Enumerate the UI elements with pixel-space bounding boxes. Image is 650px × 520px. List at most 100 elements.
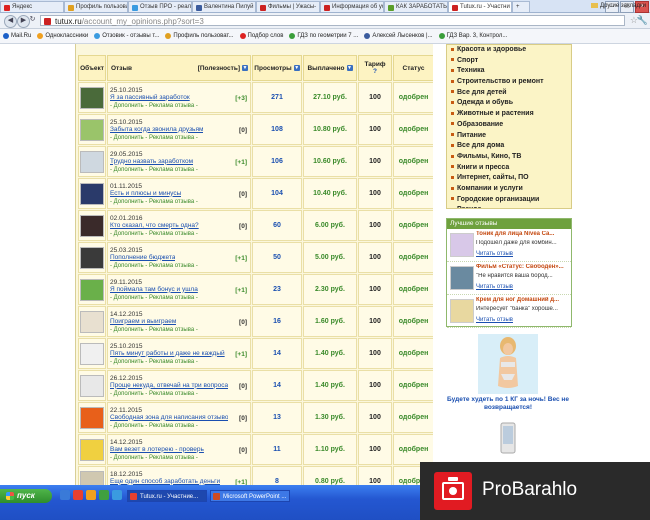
object-thumbnail[interactable] [80,342,104,365]
category-item[interactable]: Техника [451,66,571,77]
review-title-link[interactable]: Еще один способ заработать деньги [110,478,220,485]
browser-tab[interactable]: Tutux.ru - Участни [448,1,512,12]
review-title-link[interactable]: Я за пассивный заработок [110,94,190,101]
review-title-link[interactable]: Поиграем и выиграем [110,318,176,325]
bookmark-item[interactable]: ГДЗ Вар. 3, Контрол... [436,33,511,39]
best-review-title[interactable]: Тоник для лица Nivea Ca... [476,231,569,237]
sort-arrow-icon[interactable]: ▼ [242,64,248,71]
browser-tab[interactable]: Валентина Пилуй [192,1,256,12]
review-actions-links[interactable]: - Дополнить - Реклама отзыва - [110,327,250,333]
category-item[interactable]: Городские организации [451,195,571,206]
review-actions-links[interactable]: - Дополнить - Реклама отзыва - [110,359,250,365]
category-item[interactable]: Образование [451,120,571,131]
best-review-title[interactable]: Крем для ног Домашний д... [476,297,569,303]
object-thumbnail[interactable] [80,246,104,269]
review-title-link[interactable]: Я поймала там бонус и ушла [110,286,198,293]
bookmark-item[interactable]: Mail.Ru [0,33,34,39]
review-title-link[interactable]: Пять минут работы и даже не каждый [110,350,225,357]
other-bookmarks[interactable]: Другие закладки [591,3,646,9]
object-thumbnail[interactable] [80,406,104,429]
object-thumbnail[interactable] [80,374,104,397]
wrench-menu-icon[interactable]: 🔧 [637,15,648,26]
header-review[interactable]: Отзыв [Полезность] ▼ [107,55,251,81]
start-button[interactable]: пуск [0,489,52,503]
url-input[interactable]: tutux.ru/account_my_opinions.php?sort=3 [40,15,625,26]
category-item[interactable]: Животные и растения [451,109,571,120]
taskbar-item-powerpoint[interactable]: Microsoft PowerPoint ... [210,490,290,502]
category-item[interactable]: Разное [451,205,571,208]
review-actions-links[interactable]: - Дополнить - Реклама отзыва - [110,391,250,397]
bookmark-item[interactable]: Алексей Лысенков |... [361,33,435,39]
ad-woman-image[interactable] [478,334,538,394]
category-item[interactable]: Одежда и обувь [451,98,571,109]
review-title-link[interactable]: Забыта когда звонила друзьям [110,126,203,133]
sort-arrow-icon[interactable]: ▼ [293,64,300,71]
bookmark-item[interactable]: Подбор слов [237,33,287,39]
bookmark-item[interactable]: Профиль пользоват... [162,33,236,39]
quicklaunch-icon[interactable] [86,490,96,500]
browser-tab[interactable]: Профиль пользоват [64,1,128,12]
new-tab-button[interactable]: + [512,1,530,12]
browser-tab[interactable]: Отзыв ПРО - реал [128,1,192,12]
category-item[interactable]: Красота и здоровье [451,45,571,56]
ad-product-image[interactable] [488,417,528,457]
review-title-link[interactable]: Свободная зона для написания отзывов [110,414,228,421]
tariff-help-link[interactable]: ? [373,68,377,75]
back-arrow-icon[interactable]: ◀ [4,15,17,28]
read-review-link[interactable]: Читать отзыв [450,251,513,257]
category-item[interactable]: Интернет, сайты, ПО [451,173,571,184]
review-title-link[interactable]: Проще некуда, отвечай на три вопроса [110,382,228,389]
quicklaunch-icon[interactable] [112,490,122,500]
chrome-quicklaunch-icon[interactable] [73,490,83,500]
header-views[interactable]: Просмотры ▼ [252,55,302,81]
browser-tab[interactable]: Яндекс [0,1,64,12]
category-item[interactable]: Фильмы, Кино, ТВ [451,152,571,163]
object-thumbnail[interactable] [80,310,104,333]
review-title-link[interactable]: Есть и плюсы и минусы [110,190,181,197]
category-item[interactable]: Все для детей [451,88,571,99]
category-item[interactable]: Книги и пресса [451,163,571,174]
bookmark-item[interactable]: Отзовик - отзывы т... [91,33,162,39]
object-thumbnail[interactable] [80,438,104,461]
object-thumbnail[interactable] [80,150,104,173]
best-review-title[interactable]: Фильм «Статус: Свободен»... [476,264,569,270]
object-thumbnail[interactable] [80,278,104,301]
bookmark-item[interactable]: ГДЗ по геометрии 7 ... [286,33,361,39]
browser-tab[interactable]: КАК ЗАРАБОТАТЬ [384,1,448,12]
review-actions-links[interactable]: - Дополнить - Реклама отзыва - [110,167,250,173]
object-thumbnail[interactable] [80,214,104,237]
header-paid[interactable]: Выплачено ▼ [303,55,357,81]
browser-tab[interactable]: Информация об ус [320,1,384,12]
category-item[interactable]: Питание [451,131,571,142]
review-title-link[interactable]: Пополнение бюджета [110,254,175,261]
reload-icon[interactable]: ↻ [28,15,37,26]
category-item[interactable]: Спорт [451,56,571,67]
review-title-link[interactable]: Кто сказал, что смерть одна? [110,222,199,229]
show-desktop-icon[interactable] [60,490,70,500]
read-review-link[interactable]: Читать отзыв [450,284,513,290]
review-title-link[interactable]: Вам везет в лотерею - проверь [110,446,204,453]
category-item[interactable]: Компании и услуги [451,184,571,195]
review-actions-links[interactable]: - Дополнить - Реклама отзыва - [110,455,250,461]
review-title-link[interactable]: Трудно назвать заработком [110,158,193,165]
review-actions-links[interactable]: - Дополнить - Реклама отзыва - [110,423,250,429]
review-actions-links[interactable]: - Дополнить - Реклама отзыва - [110,135,250,141]
quicklaunch-icon[interactable] [99,490,109,500]
category-item[interactable]: Строительство и ремонт [451,77,571,88]
review-actions-links[interactable]: - Дополнить - Реклама отзыва - [110,263,250,269]
object-thumbnail[interactable] [80,118,104,141]
browser-tab[interactable]: Фильмы | Ужасы- [256,1,320,12]
header-usefulness-label[interactable]: [Полезность] [198,65,240,72]
review-actions-links[interactable]: - Дополнить - Реклама отзыва - [110,199,250,205]
category-item[interactable]: Все для дома [451,141,571,152]
review-actions-links[interactable]: - Дополнить - Реклама отзыва - [110,103,250,109]
object-thumbnail[interactable] [80,470,104,485]
bookmark-item[interactable]: Одноклассники [34,33,91,39]
sort-arrow-icon[interactable]: ▼ [346,64,353,71]
review-actions-links[interactable]: - Дополнить - Реклама отзыва - [110,231,250,237]
read-review-link[interactable]: Читать отзыв [450,317,513,323]
review-actions-links[interactable]: - Дополнить - Реклама отзыва - [110,295,250,301]
object-thumbnail[interactable] [80,182,104,205]
object-thumbnail[interactable] [80,86,104,109]
taskbar-item-browser[interactable]: Tutux.ru - Участние... [127,490,207,502]
